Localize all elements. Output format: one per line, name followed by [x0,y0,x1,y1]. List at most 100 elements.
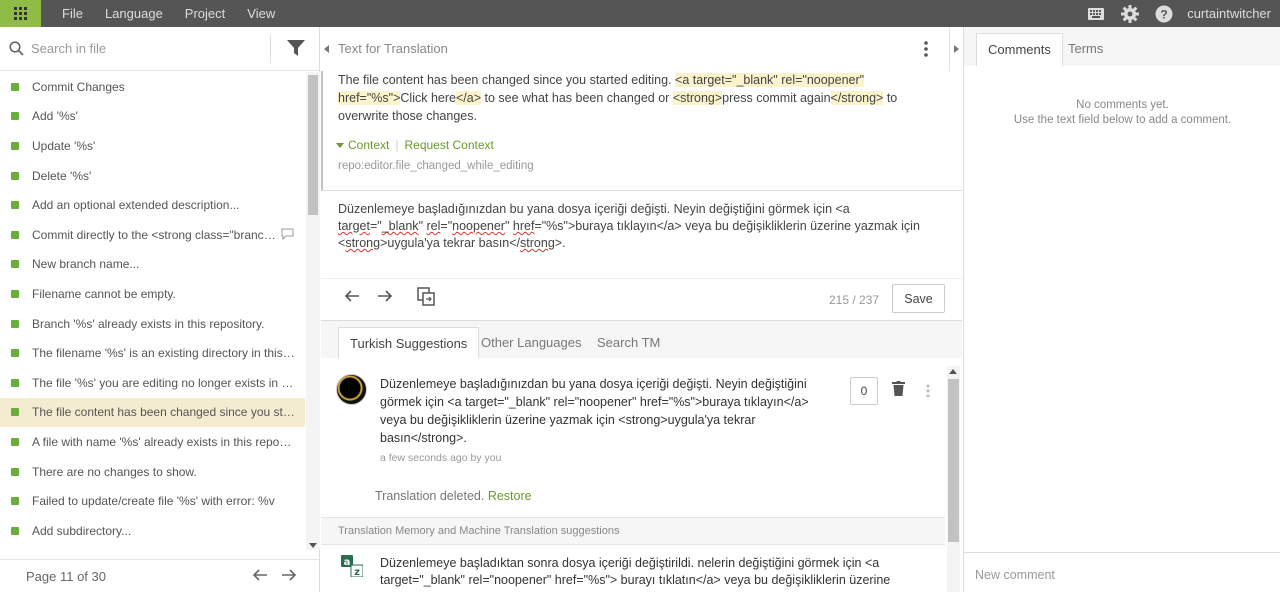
save-button[interactable]: Save [892,284,945,313]
tab-comments[interactable]: Comments [976,33,1063,66]
search-divider [270,35,271,63]
status-dot [11,260,19,269]
trash-icon[interactable] [892,381,905,396]
spellcheck-word: target [338,219,370,233]
list-item[interactable]: Add subdirectory... [0,516,305,546]
list-item[interactable]: The filename '%s' is an existing directo… [0,338,305,368]
scroll-up-arrow[interactable] [949,369,957,374]
user-menu[interactable]: curtaintwitcher [1181,6,1280,21]
list-item[interactable]: Add '%s' [0,102,305,132]
status-dot [11,319,19,328]
list-item[interactable]: The file '%s' you are editing no longer … [0,368,305,398]
spellcheck-word: strong [345,236,381,250]
menu-file[interactable]: File [51,0,94,27]
menu-language[interactable]: Language [94,0,174,27]
list-item[interactable]: The file content has been changed since … [0,397,305,428]
translation-textarea[interactable]: Düzenlemeye başladığınızdan bu yana dosy… [338,201,938,252]
suggestion-text[interactable]: Düzenlemeye başladığınızdan bu yana dosy… [380,375,820,447]
prev-page-icon[interactable] [252,567,268,583]
search-input[interactable] [31,41,261,56]
list-item-label: The file '%s' you are editing no longer … [32,375,296,390]
tab-search-tm[interactable]: Search TM [586,327,671,358]
source-segment: The file content has been changed since … [338,73,676,87]
list-item-label: Commit directly to the <strong class="br… [32,227,276,242]
tm-section-header: Translation Memory and Machine Translati… [321,517,945,545]
list-item-label: Add an optional extended description... [32,198,240,213]
status-dot [11,230,19,239]
source-scrollbar[interactable] [321,71,323,191]
menu-project[interactable]: Project [174,0,236,27]
source-more-icon[interactable] [924,41,928,57]
spellcheck-word: noopener [452,219,505,233]
list-item-label: Add subdirectory... [32,523,132,538]
list-item[interactable]: Commit Changes [0,72,305,102]
filter-icon[interactable] [287,40,305,57]
new-comment-input[interactable] [975,568,1255,582]
scrollbar-thumb[interactable] [948,379,959,542]
menu-view[interactable]: View [236,0,286,27]
list-item[interactable]: New branch name... [0,250,305,280]
empty-comments-line2: Use the text field below to add a commen… [1013,114,1232,126]
gear-icon[interactable] [1113,0,1147,27]
suggestions-scrollbar[interactable] [947,366,960,592]
apps-grid-icon[interactable] [0,0,41,27]
request-context-link[interactable]: Request Context [404,138,493,152]
help-icon[interactable]: ? [1147,0,1181,27]
source-segment: press commit again [722,91,831,105]
collapse-right-icon[interactable] [949,27,962,71]
collapse-left-icon[interactable] [321,27,332,71]
scrollbar-thumb[interactable] [308,75,318,215]
svg-text:z: z [354,567,360,577]
keyboard-icon[interactable] [1079,0,1113,27]
vote-count[interactable]: 0 [850,377,878,405]
previous-string-icon[interactable] [344,288,360,304]
avatar [336,374,367,405]
empty-comments-message: No comments yet. Use the text field belo… [964,98,1280,128]
context-toggle[interactable]: Context [348,138,389,152]
list-item[interactable]: Commit directly to the <strong class="br… [0,220,305,250]
list-item[interactable]: Branch '%s' already exists in this repos… [0,309,305,339]
list-item-label: There are no changes to show. [32,464,197,479]
restore-link[interactable]: Restore [488,489,532,503]
editor-panel: Text for Translation The file content ha… [321,27,962,592]
tab-terms[interactable]: Terms [1057,33,1114,66]
list-item-label: Commit Changes [32,79,125,94]
editor-toolbar: 215 / 237 Save [321,279,962,320]
list-item[interactable]: Add an optional extended description... [0,190,305,220]
source-tag[interactable]: </strong> [830,91,884,105]
list-item[interactable]: Filename cannot be empty. [0,279,305,309]
list-item[interactable]: Update '%s' [0,131,305,161]
copy-source-icon[interactable] [417,287,435,306]
status-dot [11,141,19,150]
string-list-scrollbar[interactable] [306,72,320,550]
scroll-down-arrow[interactable] [309,543,317,548]
source-tag[interactable]: </a> [455,91,481,105]
next-page-icon[interactable] [281,567,297,583]
status-dot [11,526,19,535]
tab-other-languages[interactable]: Other Languages [470,327,592,358]
source-tag[interactable]: <strong> [672,91,723,105]
suggestion-more-icon[interactable] [926,384,930,398]
list-item[interactable]: Failed to update/create file '%s' with e… [0,486,305,516]
list-item[interactable]: Delete '%s' [0,161,305,191]
pagination: Page 11 of 30 [0,559,319,592]
spellcheck-word: href [512,219,535,233]
list-item[interactable]: There are no changes to show. [0,457,305,487]
suggestion-meta: a few seconds ago by you [380,452,502,464]
list-item[interactable]: A file with name '%s' already exists in … [0,427,305,457]
search-icon [9,41,24,56]
search-bar [0,27,319,71]
string-counter: 215 / 237 [829,293,880,307]
machine-translation-icon: az [341,555,363,577]
top-right-controls: ? curtaintwitcher [1079,0,1280,27]
status-dot [11,378,19,387]
svg-text:?: ? [1161,7,1168,21]
tab-turkish-suggestions[interactable]: Turkish Suggestions [338,327,480,358]
status-dot [11,82,19,91]
status-dot [11,497,19,506]
next-string-icon[interactable] [377,288,393,304]
translation-segment: Düzenlemeye başladığınızdan bu yana dosy… [338,202,850,216]
tm-suggestion-text[interactable]: Düzenlemeye başladıktan sonra dosya içer… [380,555,920,589]
status-dot [11,201,19,210]
translation-segment: " [504,219,513,233]
